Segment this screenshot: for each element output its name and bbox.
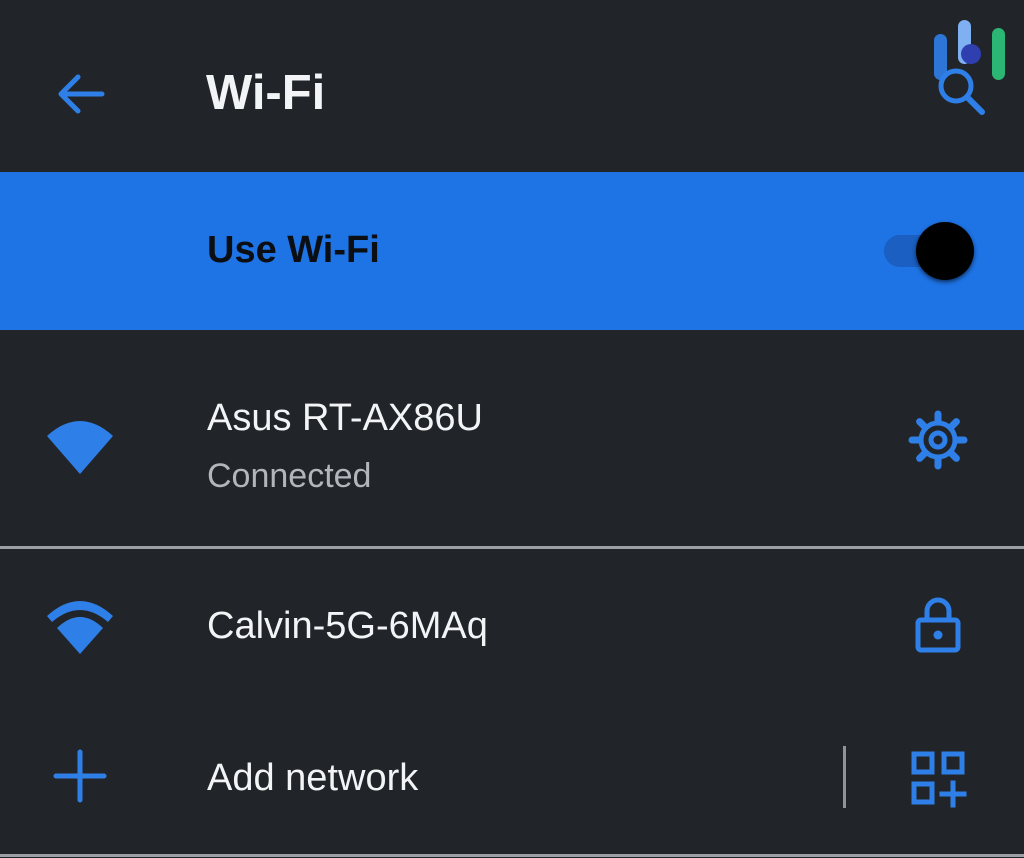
network-row-connected[interactable]: Asus RT-AX86U Connected: [0, 330, 1024, 548]
network-row[interactable]: Calvin-5G-6MAq: [0, 550, 1024, 706]
toggle-thumb: [916, 222, 974, 280]
lock-icon: [915, 597, 961, 653]
app-bar: Wi-Fi: [0, 0, 1024, 172]
page-title: Wi-Fi: [206, 66, 326, 120]
use-wifi-label: Use Wi-Fi: [207, 229, 380, 271]
use-wifi-row[interactable]: Use Wi-Fi: [0, 172, 1024, 330]
network-name: Calvin-5G-6MAq: [207, 605, 488, 647]
plus-icon: [53, 749, 107, 803]
network-name: Asus RT-AX86U: [207, 397, 483, 439]
wifi-full-icon: [47, 421, 113, 474]
scan-qr-button[interactable]: [906, 746, 970, 810]
back-button[interactable]: [48, 62, 112, 126]
network-security-indicator: [906, 592, 970, 656]
brand-logo-icon: [934, 20, 1005, 80]
gear-icon: [908, 410, 968, 470]
use-wifi-toggle[interactable]: [880, 220, 976, 282]
vertical-separator: [843, 746, 846, 808]
wifi-icon: [47, 601, 113, 654]
list-divider-bottom: [0, 854, 1024, 857]
network-settings-button[interactable]: [906, 408, 970, 472]
list-divider: [0, 546, 1024, 549]
qr-code-scan-icon: [911, 751, 967, 808]
network-status: Connected: [207, 457, 372, 495]
add-network-label: Add network: [207, 757, 419, 799]
add-network-row[interactable]: Add network: [0, 706, 1024, 854]
arrow-back-icon: [58, 74, 105, 114]
